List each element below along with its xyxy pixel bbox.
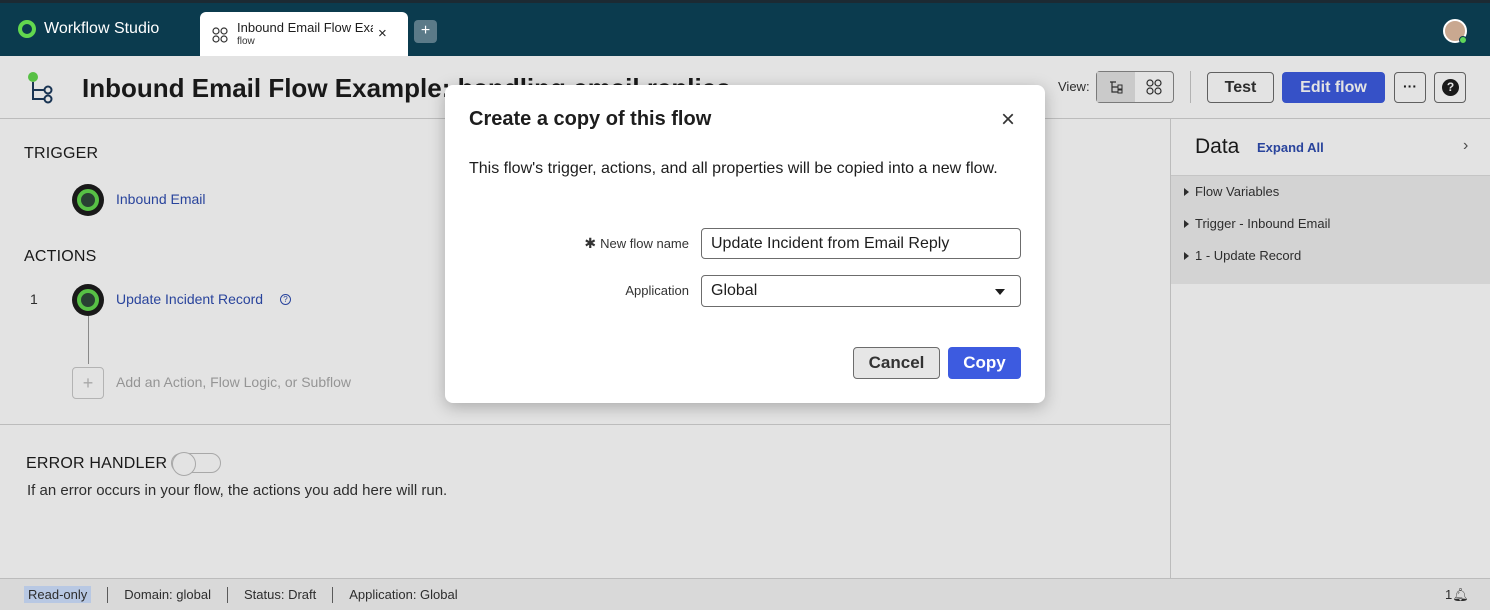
flow-name-label: ✱ New flow name	[584, 235, 689, 251]
copy-flow-dialog: Create a copy of this flow × This flow's…	[445, 85, 1045, 403]
flow-tab-icon	[212, 27, 228, 43]
tab-subtitle: flow	[237, 36, 255, 47]
tab-title: Inbound Email Flow Example: handling ema…	[237, 20, 373, 35]
app-title: Workflow Studio	[44, 20, 160, 37]
flow-name-input[interactable]	[701, 228, 1021, 259]
workflow-logo-icon	[18, 20, 36, 38]
application-label: Application	[625, 283, 689, 298]
online-status-icon	[1459, 36, 1467, 44]
application-value: Global	[711, 282, 758, 299]
close-icon[interactable]: ×	[997, 108, 1019, 132]
close-tab-icon[interactable]: ×	[378, 25, 387, 42]
flow-tab[interactable]: Inbound Email Flow Example: handling ema…	[200, 12, 408, 56]
copy-button[interactable]: Copy	[948, 347, 1021, 379]
new-tab-button[interactable]: +	[414, 20, 437, 43]
brand[interactable]: Workflow Studio	[18, 20, 159, 38]
dialog-title: Create a copy of this flow	[469, 108, 712, 130]
app-bar: Workflow Studio Inbound Email Flow Examp…	[0, 0, 1490, 56]
cancel-button[interactable]: Cancel	[853, 347, 940, 379]
dialog-description: This flow's trigger, actions, and all pr…	[469, 160, 998, 177]
application-select[interactable]: Global	[701, 275, 1021, 307]
required-icon: ✱	[584, 235, 597, 251]
caret-down-icon	[995, 289, 1005, 295]
